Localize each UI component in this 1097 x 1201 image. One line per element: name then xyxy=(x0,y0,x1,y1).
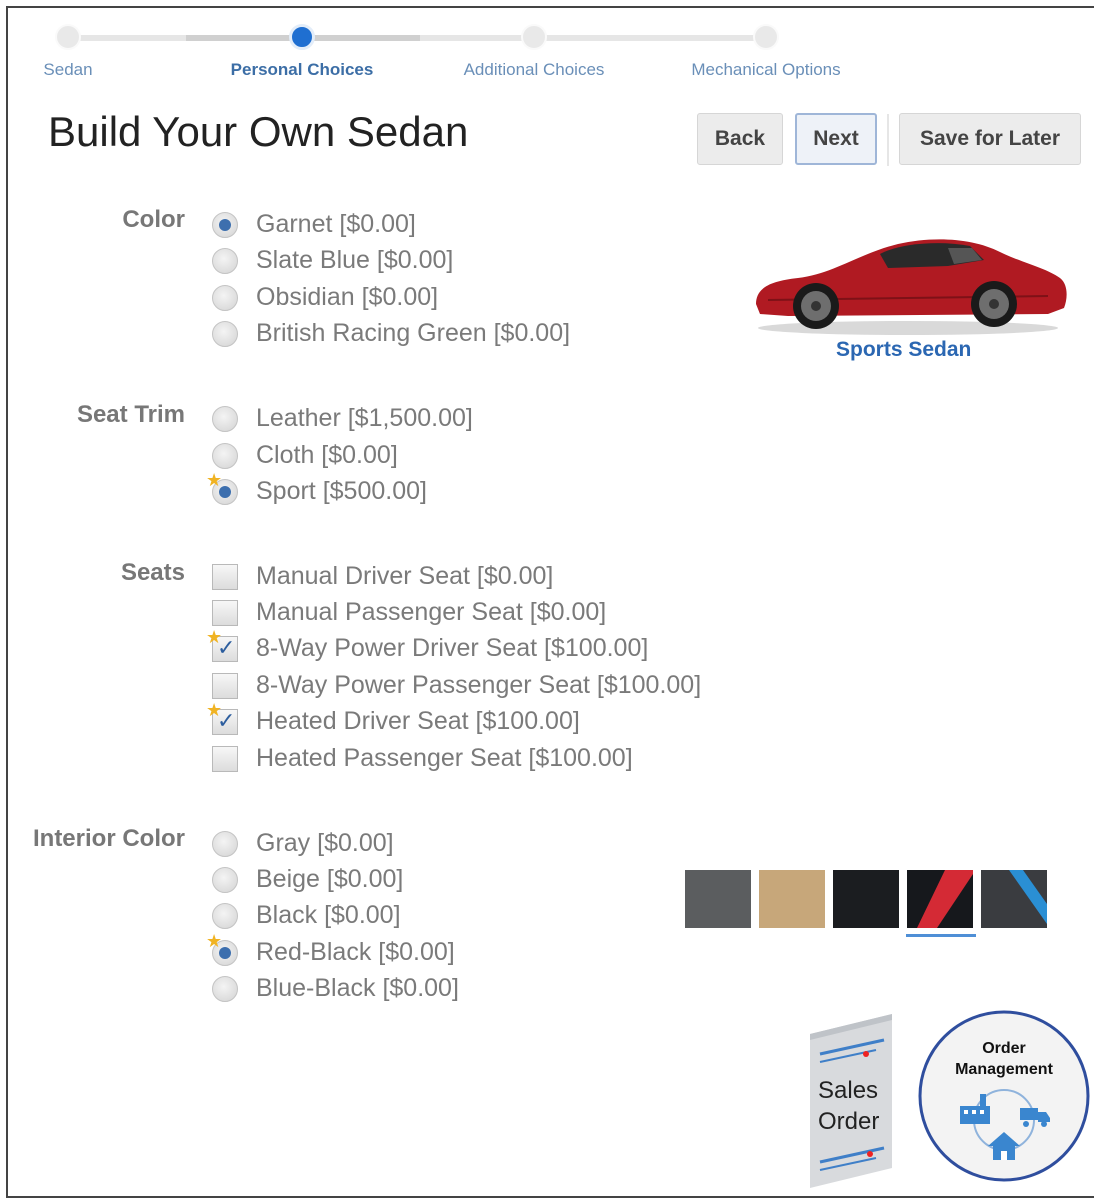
interior-option-black[interactable]: Black [$0.00] xyxy=(210,898,401,932)
option-label: Manual Passenger Seat [$0.00] xyxy=(256,597,607,626)
back-button[interactable]: Back xyxy=(697,113,783,165)
interior-color-label: Interior Color xyxy=(32,825,185,852)
radio[interactable] xyxy=(212,406,238,432)
option-label: British Racing Green [$0.00] xyxy=(256,318,571,347)
order-management-label: Order Management xyxy=(936,1038,1072,1080)
option-label: Sport [$500.00] xyxy=(256,476,427,505)
star-icon: ★ xyxy=(206,931,223,951)
seats-option-manual-passenger[interactable]: Manual Passenger Seat [$0.00] xyxy=(210,595,606,629)
seat-trim-option-sport[interactable]: ★ Sport [$500.00] xyxy=(206,471,427,508)
next-button[interactable]: Next xyxy=(795,113,877,165)
option-label: Slate Blue [$0.00] xyxy=(256,245,454,274)
star-icon: ★ xyxy=(206,700,223,720)
train-stepper: Sedan Personal Choices Additional Choice… xyxy=(40,20,860,90)
train-stop-mechanical-options[interactable] xyxy=(753,24,779,50)
color-option-garnet[interactable]: Garnet [$0.00] xyxy=(210,207,416,241)
interior-option-red-black[interactable]: ★ Red-Black [$0.00] xyxy=(206,932,455,969)
train-label-sedan[interactable]: Sedan xyxy=(43,60,92,80)
train-connector xyxy=(420,35,760,41)
swatch-selected-indicator xyxy=(906,934,976,937)
radio-selected[interactable] xyxy=(212,212,238,238)
option-label: Manual Driver Seat [$0.00] xyxy=(256,561,554,590)
sales-order-label: Sales Order xyxy=(818,1075,879,1137)
radio[interactable] xyxy=(212,443,238,469)
train-label-personal-choices[interactable]: Personal Choices xyxy=(231,60,374,80)
page-title: Build Your Own Sedan xyxy=(48,108,469,155)
car-model-label: Sports Sedan xyxy=(836,338,972,361)
radio[interactable] xyxy=(212,321,238,347)
swatch-red-black[interactable] xyxy=(907,870,973,928)
color-option-obsidian[interactable]: Obsidian [$0.00] xyxy=(210,280,438,314)
order-management-badge xyxy=(918,1010,1090,1182)
swatch-beige[interactable] xyxy=(759,870,825,928)
checkbox[interactable] xyxy=(212,600,238,626)
interior-option-beige[interactable]: Beige [$0.00] xyxy=(210,862,403,896)
option-label: Garnet [$0.00] xyxy=(256,209,416,238)
interior-option-blue-black[interactable]: Blue-Black [$0.00] xyxy=(210,971,459,1005)
train-label-mechanical-options[interactable]: Mechanical Options xyxy=(691,60,840,80)
checkbox[interactable] xyxy=(212,673,238,699)
option-label: Beige [$0.00] xyxy=(256,864,404,893)
checkbox[interactable] xyxy=(212,746,238,772)
seats-option-8way-driver[interactable]: ★ 8-Way Power Driver Seat [$100.00] xyxy=(206,628,649,665)
seat-trim-option-cloth[interactable]: Cloth [$0.00] xyxy=(210,438,398,472)
swatch-gray[interactable] xyxy=(685,870,751,928)
train-label-additional-choices[interactable]: Additional Choices xyxy=(464,60,605,80)
option-label: Blue-Black [$0.00] xyxy=(256,973,459,1002)
train-stop-personal-choices[interactable] xyxy=(289,24,315,50)
radio[interactable] xyxy=(212,248,238,274)
seats-label: Seats xyxy=(120,559,185,586)
color-option-slate-blue[interactable]: Slate Blue [$0.00] xyxy=(210,243,453,277)
seats-option-8way-passenger[interactable]: 8-Way Power Passenger Seat [$100.00] xyxy=(210,668,701,702)
sales-order-line-2: Order xyxy=(818,1108,880,1135)
option-label: 8-Way Power Passenger Seat [$100.00] xyxy=(256,670,702,699)
order-management-line-2: Management xyxy=(955,1061,1053,1078)
radio[interactable] xyxy=(212,867,238,893)
option-label: Heated Driver Seat [$100.00] xyxy=(256,706,580,735)
train-connector xyxy=(68,35,186,41)
option-label: 8-Way Power Driver Seat [$100.00] xyxy=(256,633,649,662)
train-stop-sedan[interactable] xyxy=(55,24,81,50)
checkbox[interactable] xyxy=(212,564,238,590)
interior-option-gray[interactable]: Gray [$0.00] xyxy=(210,826,394,860)
star-icon: ★ xyxy=(206,470,223,490)
button-divider xyxy=(887,114,889,166)
color-label: Color xyxy=(122,206,185,233)
color-option-british-racing-green[interactable]: British Racing Green [$0.00] xyxy=(210,316,570,350)
seat-trim-label: Seat Trim xyxy=(76,401,185,428)
save-for-later-button[interactable]: Save for Later xyxy=(899,113,1081,165)
option-label: Heated Passenger Seat [$100.00] xyxy=(256,743,633,772)
radio[interactable] xyxy=(212,285,238,311)
train-stop-additional-choices[interactable] xyxy=(521,24,547,50)
swatch-black[interactable] xyxy=(833,870,899,928)
seats-option-heated-driver[interactable]: ★ Heated Driver Seat [$100.00] xyxy=(206,701,580,738)
sports-sedan-image xyxy=(756,239,1067,335)
option-label: Cloth [$0.00] xyxy=(256,440,398,469)
radio[interactable] xyxy=(212,976,238,1002)
swatch-blue-black[interactable] xyxy=(981,870,1047,928)
order-management-line-1: Order xyxy=(982,1040,1026,1057)
seats-option-manual-driver[interactable]: Manual Driver Seat [$0.00] xyxy=(210,559,553,593)
radio[interactable] xyxy=(212,831,238,857)
option-label: Black [$0.00] xyxy=(256,900,401,929)
radio[interactable] xyxy=(212,903,238,929)
option-label: Gray [$0.00] xyxy=(256,828,394,857)
sales-order-line-1: Sales xyxy=(818,1077,879,1104)
seats-option-heated-passenger[interactable]: Heated Passenger Seat [$100.00] xyxy=(210,741,633,775)
option-label: Red-Black [$0.00] xyxy=(256,937,455,966)
star-icon: ★ xyxy=(206,627,223,647)
option-label: Obsidian [$0.00] xyxy=(256,282,439,311)
option-label: Leather [$1,500.00] xyxy=(256,403,473,432)
seat-trim-option-leather[interactable]: Leather [$1,500.00] xyxy=(210,401,473,435)
